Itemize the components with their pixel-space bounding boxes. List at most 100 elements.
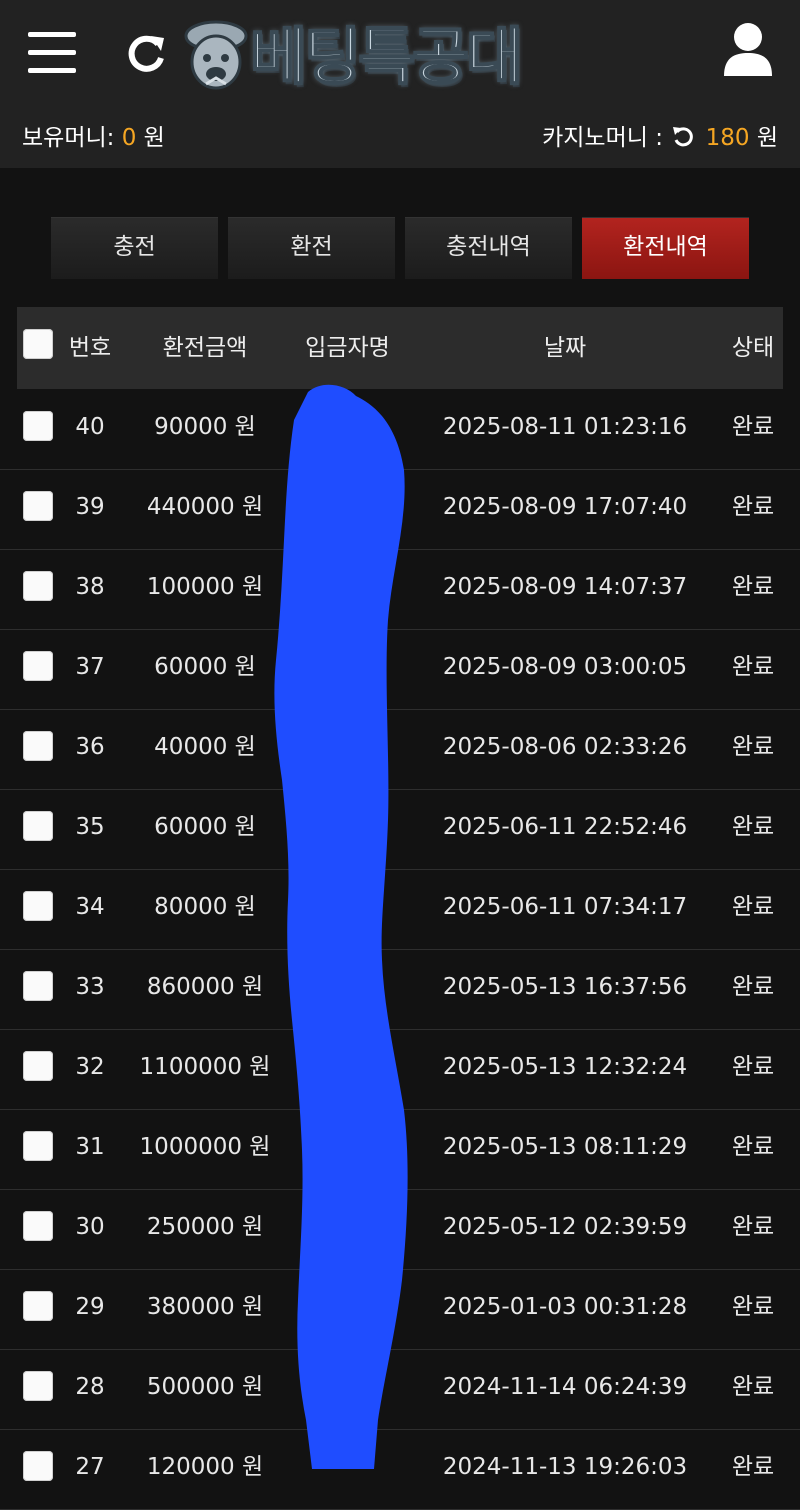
row-checkbox[interactable]: [23, 491, 53, 521]
row-date: 2025-08-06 02:33:26: [442, 734, 688, 760]
row-checkbox[interactable]: [23, 1131, 53, 1161]
row-amount: 1100000 원: [139, 1054, 271, 1080]
table-row[interactable]: 38 100000 원 2025-08-09 14:07:37 완료: [0, 549, 800, 630]
row-date: 2025-01-03 00:31:28: [442, 1294, 688, 1320]
row-status: 완료: [731, 1214, 775, 1240]
row-depositor: [290, 549, 405, 629]
row-depositor: [290, 1189, 405, 1269]
row-checkbox[interactable]: [23, 1051, 53, 1081]
refresh-ccw-icon[interactable]: [672, 126, 694, 148]
row-date: 2025-06-11 22:52:46: [442, 814, 688, 840]
row-checkbox[interactable]: [23, 811, 53, 841]
site-logo[interactable]: 베팅특공대: [176, 18, 626, 96]
column-header-amount: 환전금액: [162, 335, 248, 361]
row-status: 완료: [731, 574, 775, 600]
row-depositor: [290, 709, 405, 789]
row-amount: 80000 원: [154, 894, 256, 920]
row-date: 2025-06-11 07:34:17: [442, 894, 688, 920]
row-date: 2025-05-12 02:39:59: [442, 1214, 688, 1240]
row-checkbox[interactable]: [23, 731, 53, 761]
row-date: 2025-08-09 14:07:37: [442, 574, 688, 600]
table-row[interactable]: 37 60000 원 2025-08-09 03:00:05 완료: [0, 629, 800, 710]
column-header-depositor: 입금자명: [305, 335, 390, 361]
row-number: 27: [75, 1454, 105, 1480]
row-checkbox[interactable]: [23, 1211, 53, 1241]
row-number: 28: [75, 1374, 105, 1400]
select-all-checkbox[interactable]: [23, 329, 53, 359]
table-row[interactable]: 39 440000 원 2025-08-09 17:07:40 완료: [0, 469, 800, 550]
table-row[interactable]: 31 1000000 원 2025-05-13 08:11:29 완료: [0, 1109, 800, 1190]
row-date: 2025-05-13 16:37:56: [442, 974, 688, 1000]
row-number: 34: [75, 894, 105, 920]
balance-value: 0: [121, 125, 137, 151]
row-checkbox[interactable]: [23, 651, 53, 681]
row-checkbox[interactable]: [23, 1371, 53, 1401]
row-checkbox[interactable]: [23, 1451, 53, 1481]
casino-value: 180: [705, 125, 750, 151]
row-number: 38: [75, 574, 105, 600]
row-depositor: [290, 1269, 405, 1349]
row-status: 완료: [731, 814, 775, 840]
casino-balance-display: 카지노머니 : 180 원: [542, 118, 778, 152]
user-icon[interactable]: [722, 22, 774, 76]
table-row[interactable]: 36 40000 원 2025-08-06 02:33:26 완료: [0, 709, 800, 790]
row-number: 39: [75, 494, 105, 520]
row-date: 2024-11-14 06:24:39: [442, 1374, 688, 1400]
column-header-status: 상태: [731, 335, 775, 361]
soldier-mascot-icon: [184, 20, 248, 90]
row-number: 29: [75, 1294, 105, 1320]
row-status: 완료: [731, 974, 775, 1000]
row-amount: 90000 원: [154, 414, 256, 440]
column-header-no: 번호: [68, 335, 112, 361]
table-row[interactable]: 28 500000 원 2024-11-14 06:24:39 완료: [0, 1349, 800, 1430]
casino-currency: 원: [756, 125, 778, 151]
row-status: 완료: [731, 414, 775, 440]
table-row[interactable]: 27 120000 원 2024-11-13 19:26:03 완료: [0, 1429, 800, 1510]
row-depositor: [290, 789, 405, 869]
row-amount: 60000 원: [154, 654, 256, 680]
row-status: 완료: [731, 494, 775, 520]
table-row[interactable]: 34 80000 원 2025-06-11 07:34:17 완료: [0, 869, 800, 950]
table-header: 번호 환전금액 입금자명 날짜 상태: [17, 307, 783, 389]
table-row[interactable]: 33 860000 원 2025-05-13 16:37:56 완료: [0, 949, 800, 1030]
row-number: 35: [75, 814, 105, 840]
row-amount: 500000 원: [146, 1374, 264, 1400]
tab-charge-history[interactable]: 충전내역: [405, 217, 572, 279]
table-row[interactable]: 30 250000 원 2025-05-12 02:39:59 완료: [0, 1189, 800, 1270]
refresh-icon[interactable]: [124, 32, 168, 76]
row-amount: 250000 원: [146, 1214, 264, 1240]
row-status: 완료: [731, 1294, 775, 1320]
row-status: 완료: [731, 1454, 775, 1480]
row-amount: 440000 원: [146, 494, 264, 520]
table-row[interactable]: 29 380000 원 2025-01-03 00:31:28 완료: [0, 1269, 800, 1350]
row-amount: 120000 원: [146, 1454, 264, 1480]
table-row[interactable]: 35 60000 원 2025-06-11 22:52:46 완료: [0, 789, 800, 870]
tab-charge[interactable]: 충전: [51, 217, 218, 279]
tab-bar: 충전 환전 충전내역 환전내역: [51, 217, 751, 279]
row-depositor: [290, 949, 405, 1029]
row-checkbox[interactable]: [23, 1291, 53, 1321]
row-number: 30: [75, 1214, 105, 1240]
balance-label: 보유머니:: [22, 125, 115, 151]
row-checkbox[interactable]: [23, 411, 53, 441]
row-depositor: [290, 1429, 405, 1509]
tab-exchange[interactable]: 환전: [228, 217, 395, 279]
table-row[interactable]: 32 1100000 원 2025-05-13 12:32:24 완료: [0, 1029, 800, 1110]
row-status: 완료: [731, 734, 775, 760]
row-checkbox[interactable]: [23, 891, 53, 921]
row-amount: 860000 원: [146, 974, 264, 1000]
row-amount: 380000 원: [146, 1294, 264, 1320]
balance-display: 보유머니: 0 원: [22, 118, 165, 152]
row-amount: 60000 원: [154, 814, 256, 840]
row-date: 2025-08-11 01:23:16: [442, 414, 688, 440]
row-status: 완료: [731, 1374, 775, 1400]
row-checkbox[interactable]: [23, 971, 53, 1001]
tab-exchange-history[interactable]: 환전내역: [582, 217, 749, 279]
row-status: 완료: [731, 894, 775, 920]
hamburger-menu-icon[interactable]: [28, 32, 76, 74]
row-amount: 40000 원: [154, 734, 256, 760]
row-checkbox[interactable]: [23, 571, 53, 601]
top-bar: 베팅특공대 보유머니: 0 원 카지노머니 : 180 원: [0, 0, 800, 168]
row-number: 37: [75, 654, 105, 680]
table-row[interactable]: 40 90000 원 2025-08-11 01:23:16 완료: [0, 389, 800, 470]
